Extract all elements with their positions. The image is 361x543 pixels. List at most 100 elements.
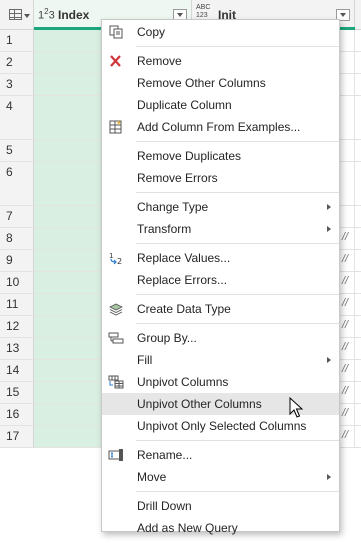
row-number[interactable]: 7 (0, 206, 34, 227)
menu-item-drill-down[interactable]: Drill Down (102, 495, 339, 517)
cell-value-fragment: // (342, 407, 349, 419)
column-context-menu: Copy Remove Remove Other Columns Duplica… (101, 19, 340, 535)
menu-item-label: Fill (137, 353, 153, 367)
menu-separator (136, 323, 339, 324)
row-number[interactable]: 10 (0, 272, 34, 293)
menu-item-label: Duplicate Column (137, 98, 232, 112)
submenu-arrow-icon (327, 357, 331, 363)
cell-next-column[interactable] (355, 162, 361, 205)
remove-x-icon (110, 55, 121, 67)
menu-item-unpivot-only-selected-columns[interactable]: Unpivot Only Selected Columns (102, 415, 339, 437)
menu-item-remove-errors[interactable]: Remove Errors (102, 167, 339, 189)
row-number[interactable]: 2 (0, 52, 34, 73)
menu-separator (136, 294, 339, 295)
menu-item-label: Change Type (137, 200, 209, 214)
whole-number-type-icon[interactable]: 123 (38, 7, 55, 22)
menu-item-label: Unpivot Other Columns (137, 397, 262, 411)
menu-item-rename[interactable]: Rename... (102, 444, 339, 466)
cell-next-column[interactable] (355, 272, 361, 293)
cell-next-column[interactable] (355, 316, 361, 337)
menu-item-remove[interactable]: Remove (102, 50, 339, 72)
cell-next-column[interactable] (355, 30, 361, 51)
menu-item-group-by[interactable]: Group By... (102, 327, 339, 349)
menu-separator (136, 192, 339, 193)
cell-next-column[interactable] (355, 140, 361, 161)
menu-item-label: Move (137, 470, 167, 484)
menu-item-label: Unpivot Only Selected Columns (137, 419, 307, 433)
row-number[interactable]: 13 (0, 338, 34, 359)
cell-next-column[interactable] (355, 338, 361, 359)
cell-next-column[interactable] (355, 360, 361, 381)
cell-next-column[interactable] (355, 228, 361, 249)
submenu-arrow-icon (327, 204, 331, 210)
row-number[interactable]: 16 (0, 404, 34, 425)
menu-separator (136, 46, 339, 47)
data-type-layers-icon (109, 303, 123, 316)
row-number[interactable]: 9 (0, 250, 34, 271)
copy-icon (109, 25, 123, 39)
mouse-pointer-icon (289, 397, 303, 418)
menu-item-move[interactable]: Move (102, 466, 339, 488)
svg-text:2: 2 (117, 257, 122, 265)
cell-next-column[interactable] (355, 382, 361, 403)
cell-value-fragment: // (342, 385, 349, 397)
cell-next-column[interactable] (355, 206, 361, 227)
menu-item-fill[interactable]: Fill (102, 349, 339, 371)
replace-values-icon: 1 2 (109, 252, 122, 265)
menu-item-change-type[interactable]: Change Type (102, 196, 339, 218)
table-icon (9, 9, 22, 20)
table-menu-button[interactable] (0, 0, 34, 30)
menu-item-label: Unpivot Columns (137, 375, 229, 389)
row-number[interactable]: 15 (0, 382, 34, 403)
menu-item-label: Remove Duplicates (137, 149, 242, 163)
cell-next-column[interactable] (355, 426, 361, 447)
column-from-examples-icon (109, 120, 122, 134)
row-number[interactable]: 6 (0, 162, 34, 205)
row-number[interactable]: 11 (0, 294, 34, 315)
cell-value-fragment: // (342, 319, 349, 331)
menu-item-transform[interactable]: Transform (102, 218, 339, 240)
submenu-arrow-icon (327, 474, 331, 480)
group-by-icon (108, 332, 124, 344)
menu-item-label: Add as New Query (137, 521, 238, 535)
menu-item-remove-other-columns[interactable]: Remove Other Columns (102, 72, 339, 94)
cell-next-column[interactable] (355, 52, 361, 73)
cell-value-fragment: // (342, 253, 349, 265)
menu-item-unpivot-columns[interactable]: Unpivot Columns (102, 371, 339, 393)
cell-value-fragment: // (342, 275, 349, 287)
cell-value-fragment: // (342, 363, 349, 375)
menu-item-replace-values[interactable]: 1 2 Replace Values... (102, 247, 339, 269)
cell-next-column[interactable] (355, 96, 361, 139)
row-number[interactable]: 17 (0, 426, 34, 447)
menu-item-create-data-type[interactable]: Create Data Type (102, 298, 339, 320)
cell-next-column[interactable] (355, 294, 361, 315)
row-number[interactable]: 14 (0, 360, 34, 381)
cell-next-column[interactable] (355, 250, 361, 271)
menu-item-unpivot-other-columns[interactable]: Unpivot Other Columns (102, 393, 339, 415)
row-number[interactable]: 8 (0, 228, 34, 249)
menu-item-label: Group By... (137, 331, 197, 345)
column-header-next[interactable] (355, 0, 361, 30)
menu-item-label: Transform (137, 222, 192, 236)
menu-item-add-column-from-examples[interactable]: Add Column From Examples... (102, 116, 339, 138)
row-number[interactable]: 4 (0, 96, 34, 139)
menu-item-label: Replace Errors... (137, 273, 228, 287)
menu-item-label: Rename... (137, 448, 193, 462)
row-number[interactable]: 3 (0, 74, 34, 95)
svg-text:1: 1 (109, 252, 113, 260)
menu-item-copy[interactable]: Copy (102, 21, 339, 43)
menu-item-add-as-new-query[interactable]: Add as New Query (102, 517, 339, 539)
submenu-arrow-icon (327, 226, 331, 232)
menu-item-replace-errors[interactable]: Replace Errors... (102, 269, 339, 291)
menu-item-duplicate-column[interactable]: Duplicate Column (102, 94, 339, 116)
menu-item-remove-duplicates[interactable]: Remove Duplicates (102, 145, 339, 167)
row-number[interactable]: 12 (0, 316, 34, 337)
cell-next-column[interactable] (355, 404, 361, 425)
cell-next-column[interactable] (355, 74, 361, 95)
any-type-icon[interactable]: ABC 123 (196, 4, 210, 20)
row-number[interactable]: 1 (0, 30, 34, 51)
rename-icon (108, 449, 123, 461)
chevron-down-icon (24, 14, 30, 18)
row-number[interactable]: 5 (0, 140, 34, 161)
column-name: Index (58, 8, 90, 22)
